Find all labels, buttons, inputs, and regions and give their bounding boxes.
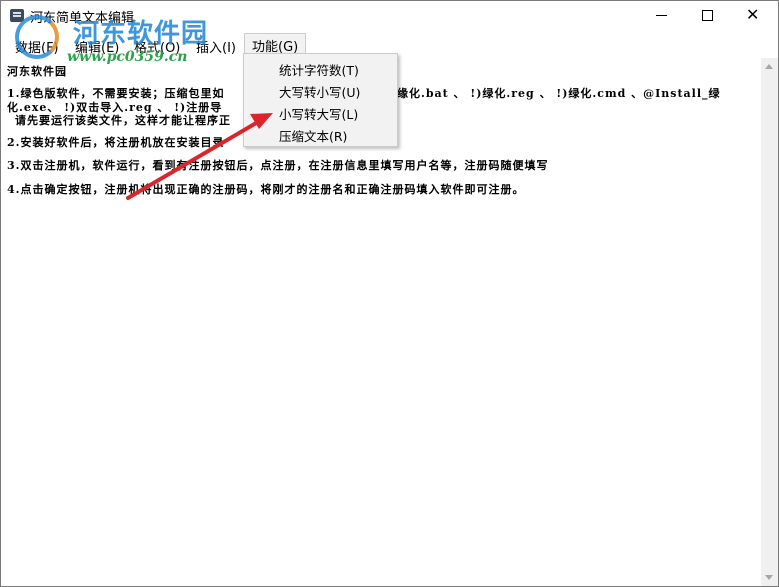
- red-arrow-icon: [126, 113, 273, 200]
- watermark-logo-icon: [15, 15, 59, 59]
- watermark-brand: 河东软件园: [73, 19, 209, 49]
- watermark-url: www.pc0359.cn: [67, 49, 188, 65]
- app-window: 河东简单文本编辑 ✕ 数据(F) 编辑(E) 格式(O) 插入(I) 功能(G)…: [0, 0, 779, 587]
